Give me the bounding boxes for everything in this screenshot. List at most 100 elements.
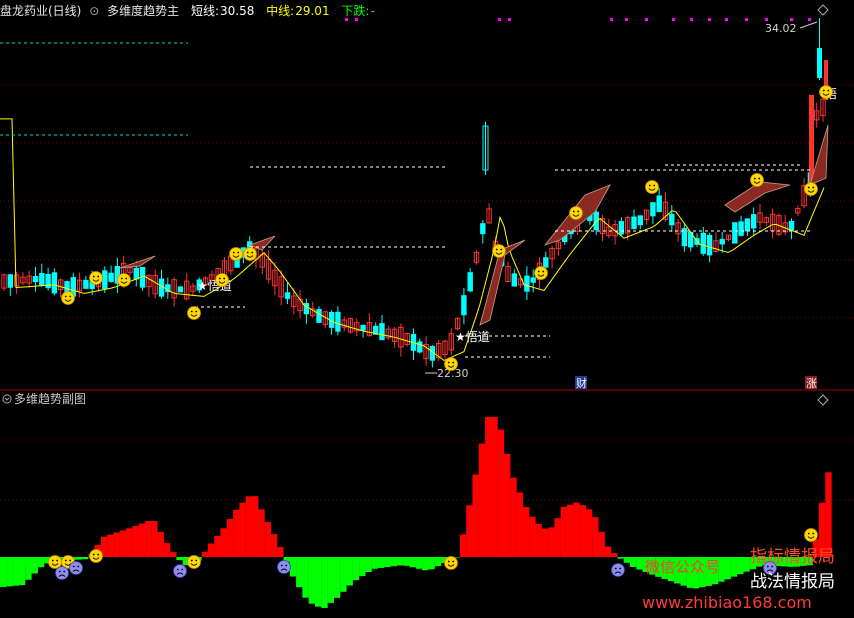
smiley-icon: [750, 173, 764, 187]
smiley-icon: [215, 273, 229, 287]
signal-marker: [765, 18, 768, 21]
histogram-bar: [75, 557, 82, 560]
histogram-bar: [258, 509, 265, 557]
histogram-bar: [207, 543, 215, 557]
watermark-line2: 战法情报局: [750, 572, 835, 592]
sad-face-icon: [69, 561, 83, 575]
signal-marker: [708, 18, 711, 21]
watermark-url: www.zhibiao168.com: [642, 593, 812, 612]
histogram-bar: [573, 502, 580, 557]
signal-marker: [498, 18, 501, 21]
trend-band: [119, 255, 156, 269]
histogram-bar: [390, 557, 397, 567]
signal-marker: [610, 18, 613, 21]
histogram-bar: [37, 557, 45, 568]
histogram-bar: [233, 509, 240, 557]
candle: [177, 286, 184, 293]
high-price-arrow: [799, 21, 818, 29]
sad-face-icon: [55, 566, 69, 580]
trend-label: 下跌:: [341, 4, 370, 18]
histogram-bar: [132, 526, 139, 557]
histogram-bar: [138, 523, 145, 557]
smiley-icon: [187, 306, 201, 320]
candle: [631, 216, 637, 230]
histogram-bar: [585, 509, 593, 557]
signal-marker: [645, 18, 648, 21]
badge-zhang-text: 涨: [806, 377, 817, 390]
histogram-bar: [497, 429, 505, 557]
sad-face-icon: [173, 564, 187, 578]
histogram-bar: [478, 443, 486, 557]
candle: [744, 218, 751, 232]
histogram-bar: [730, 557, 738, 577]
smiley-icon: [444, 357, 458, 371]
histogram-bar: [220, 528, 227, 557]
candle: [788, 221, 795, 231]
histogram-bar: [592, 517, 599, 557]
signal-label-wudao: ★悟道: [455, 329, 490, 344]
subchart-histogram: [0, 416, 832, 608]
histogram-bar: [315, 557, 322, 607]
histogram-bar: [333, 557, 341, 598]
candle: [102, 270, 108, 290]
candle: [133, 267, 140, 280]
histogram-bar: [611, 553, 618, 557]
histogram-bar: [201, 551, 208, 557]
histogram-bar: [119, 530, 127, 557]
histogram-bar: [409, 557, 416, 568]
candle: [83, 279, 89, 289]
histogram-bar: [163, 542, 171, 557]
histogram-bar: [560, 506, 568, 557]
histogram-bar: [466, 505, 473, 557]
candle: [51, 272, 58, 294]
histogram-bar: [264, 522, 271, 557]
histogram-bar: [113, 532, 120, 557]
watermark-line1: 指标情报局: [750, 547, 835, 567]
histogram-bar: [81, 557, 89, 560]
smiley-icon: [645, 180, 659, 194]
badge-cai-text: 财: [576, 376, 587, 390]
histogram-bar: [270, 534, 278, 557]
histogram-bar: [214, 535, 221, 557]
histogram-bar: [743, 557, 750, 572]
smiley-icon: [117, 273, 131, 287]
smiley-icon: [804, 182, 818, 196]
candle: [417, 341, 423, 353]
stock-name[interactable]: 盘龙药业(日线): [0, 4, 81, 18]
smiley-icon: [89, 549, 103, 563]
candle: [467, 272, 473, 292]
candle: [284, 292, 291, 299]
histogram-bar: [541, 528, 549, 557]
candles: [1, 92, 826, 368]
histogram-bar: [340, 557, 347, 592]
subchart-title[interactable]: 多维趋势副图: [14, 391, 86, 407]
histogram-bar: [737, 557, 744, 575]
histogram-bar: [504, 453, 511, 557]
histogram-bar: [31, 557, 38, 574]
histogram-bar: [422, 557, 429, 571]
indicator-settings-icon[interactable]: ⊙: [89, 4, 99, 18]
sad-face-icon: [277, 560, 291, 574]
candle: [738, 221, 744, 236]
histogram-bar: [151, 521, 158, 557]
signal-marker: [625, 18, 628, 21]
diamond-icon: [817, 394, 829, 406]
candle: [379, 323, 385, 341]
signal-marker: [508, 18, 511, 21]
trend-line: [0, 118, 825, 361]
histogram-bar: [107, 534, 114, 557]
candle: [39, 273, 45, 286]
subchart-settings-icon[interactable]: [2, 394, 12, 404]
smiley-icon: [534, 266, 548, 280]
histogram-bar: [321, 557, 328, 608]
indicator-name[interactable]: 多维度趋势主: [107, 4, 179, 18]
chart-header: 盘龙药业(日线) ⊙ 多维度趋势主 短线:30.58 中线:29.01 下跌:-: [0, 2, 379, 20]
candle: [706, 234, 713, 256]
histogram-bar: [428, 557, 435, 570]
histogram-bar: [630, 557, 637, 567]
histogram-bar: [277, 547, 284, 557]
histogram-bar: [157, 532, 164, 557]
smiley-icon: [89, 271, 103, 285]
histogram-bar: [522, 507, 530, 557]
histogram-bar: [529, 516, 536, 557]
